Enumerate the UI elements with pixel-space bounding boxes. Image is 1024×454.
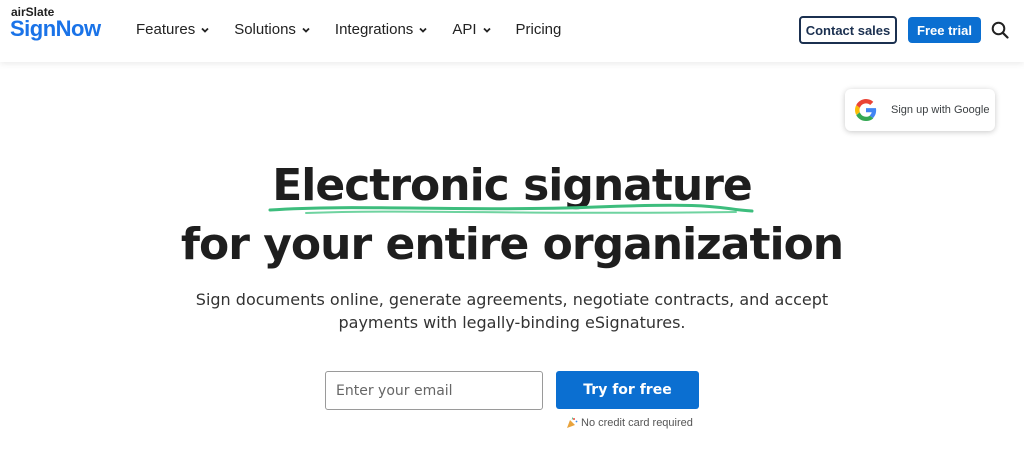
nav-item-label: Pricing (515, 21, 562, 38)
chevron-down-icon (302, 27, 310, 33)
google-signup-label: Sign up with Google (891, 104, 990, 116)
hero-subtitle: Sign documents online, generate agreemen… (0, 288, 1024, 334)
nav-item-label: Solutions (234, 21, 296, 38)
free-trial-button[interactable]: Free trial (908, 17, 981, 43)
chevron-down-icon (482, 27, 491, 33)
site-header: airSlate SignNow Features Solutions Inte… (0, 0, 1024, 62)
try-for-free-button[interactable]: Try for free (556, 371, 699, 409)
handdrawn-underline (268, 203, 754, 214)
google-signup-popup[interactable]: Sign up with Google (845, 89, 995, 131)
chevron-down-icon (201, 27, 209, 33)
contact-sales-button[interactable]: Contact sales (799, 16, 897, 44)
airslate-signnow-logo[interactable]: airSlate SignNow (10, 5, 120, 45)
email-input[interactable] (325, 371, 543, 410)
chevron-down-icon (419, 27, 427, 33)
nav-item-label: API (452, 21, 477, 38)
no-credit-card-note: No credit card required (566, 417, 693, 429)
nav-item-integrations[interactable]: Integrations (335, 21, 428, 38)
nav-item-solutions[interactable]: Solutions (234, 21, 311, 38)
subtitle-line1: Sign documents online, generate agreemen… (195, 290, 829, 309)
search-icon[interactable] (991, 21, 1009, 39)
nav-item-label: Features (136, 21, 196, 38)
logo-big-text: SignNow (10, 16, 101, 41)
subtitle-line2: payments with legally-binding eSignature… (338, 313, 686, 332)
party-popper-icon (567, 417, 578, 428)
nav-item-label: Integrations (334, 21, 414, 38)
google-g-icon (855, 99, 877, 121)
nav-item-features[interactable]: Features (136, 21, 210, 38)
nav-item-api[interactable]: API (452, 21, 491, 38)
hero-title-line2: for your entire organization (180, 219, 844, 270)
note-text: No credit card required (581, 417, 693, 429)
nav-item-pricing[interactable]: Pricing (516, 21, 562, 38)
main-nav: Features Solutions Integrations API Pric… (136, 21, 585, 38)
